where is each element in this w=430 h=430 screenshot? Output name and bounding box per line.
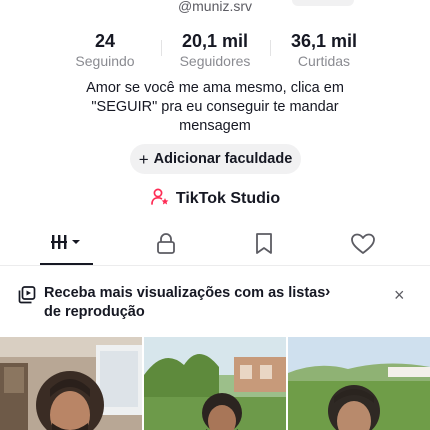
profile-stats: 24 Seguindo 20,1 mil Seguidores 36,1 mil… xyxy=(0,30,430,70)
heart-icon xyxy=(350,232,376,261)
profile-bio: Amor se você me ama mesmo, clica em "SEG… xyxy=(55,79,375,136)
stat-likes-value: 36,1 mil xyxy=(290,31,358,51)
stat-following[interactable]: 24 Seguindo xyxy=(50,30,160,70)
studio-user-star-icon xyxy=(150,187,170,212)
studio-label: TikTok Studio xyxy=(175,190,281,207)
bio-line: "SEGUIR" pra eu conseguir te mandar xyxy=(91,99,339,115)
video-grid xyxy=(0,337,430,430)
bio-line: mensagem xyxy=(179,118,251,134)
video-thumbnail[interactable] xyxy=(0,337,142,430)
stat-likes-label: Curtidas xyxy=(297,53,351,69)
grid-icon xyxy=(50,232,84,259)
tab-liked[interactable] xyxy=(313,226,413,266)
stat-following-value: 24 xyxy=(94,31,116,51)
add-college-button[interactable]: + Adicionar faculdade xyxy=(130,144,301,174)
lock-icon xyxy=(155,232,177,261)
bookmark-icon xyxy=(254,232,274,261)
tab-videos[interactable] xyxy=(17,226,117,266)
close-icon[interactable]: × xyxy=(394,285,405,306)
bio-line: Amor se você me ama mesmo, clica em xyxy=(86,80,344,96)
stat-followers-label: Seguidores xyxy=(179,53,251,69)
add-college-label: Adicionar faculdade xyxy=(153,151,293,167)
banner-line: de reprodução xyxy=(44,304,145,320)
profile-username: @muniz.srv xyxy=(177,0,253,14)
playlist-icon xyxy=(18,286,36,309)
banner-text: Receba mais visualizações com as listas … xyxy=(44,284,354,322)
video-thumbnail[interactable] xyxy=(144,337,286,430)
tab-saved[interactable] xyxy=(214,226,314,266)
stat-followers-value: 20,1 mil xyxy=(181,31,249,51)
stat-following-label: Seguindo xyxy=(75,53,135,69)
tiktok-studio-link[interactable]: TikTok Studio xyxy=(0,188,430,210)
chevron-right-icon[interactable]: › xyxy=(325,283,330,301)
stat-followers[interactable]: 20,1 mil Seguidores xyxy=(160,30,270,70)
stat-likes[interactable]: 36,1 mil Curtidas xyxy=(269,30,379,70)
profile-tabs xyxy=(0,226,430,266)
playlist-promo-banner[interactable]: Receba mais visualizações com as listas … xyxy=(0,278,430,328)
tab-private[interactable] xyxy=(116,226,216,266)
video-thumbnail[interactable] xyxy=(288,337,430,430)
banner-line: Receba mais visualizações com as listas xyxy=(44,285,326,301)
active-tab-indicator xyxy=(40,263,93,265)
plus-icon: + xyxy=(138,149,149,169)
